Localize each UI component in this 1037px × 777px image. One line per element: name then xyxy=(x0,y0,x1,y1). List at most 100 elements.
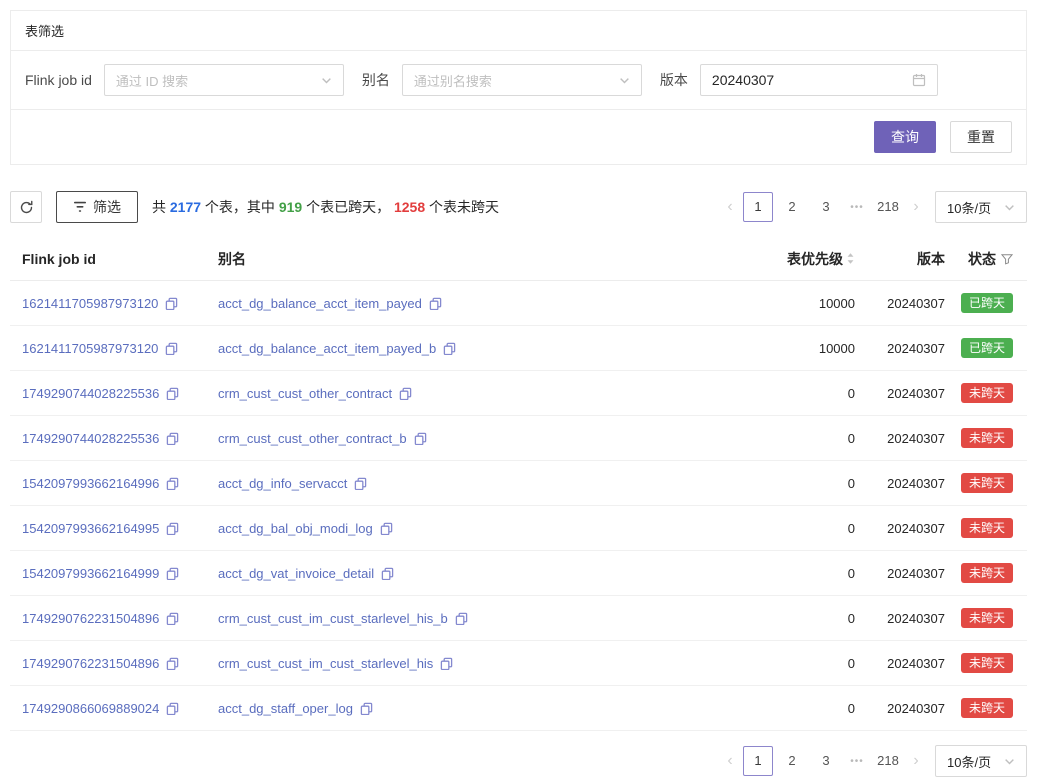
copy-icon[interactable] xyxy=(380,522,393,535)
priority-cell: 0 xyxy=(705,521,855,536)
sort-icon[interactable] xyxy=(846,252,855,265)
copy-icon[interactable] xyxy=(166,522,179,535)
bottom-bar: ‹ 1 2 3 ••• 218 › 10条/页 xyxy=(10,745,1027,777)
chevron-down-icon xyxy=(1004,202,1015,213)
page-button-last[interactable]: 218 xyxy=(873,746,903,776)
page-ellipsis[interactable]: ••• xyxy=(843,756,871,767)
copy-icon[interactable] xyxy=(165,342,178,355)
table-row: 1749290744028225536 crm_cust_cust_other_… xyxy=(10,416,1027,461)
alias-link[interactable]: acct_dg_staff_oper_log xyxy=(218,701,353,716)
filter-card-title: 表筛选 xyxy=(25,24,64,39)
page-button-2[interactable]: 2 xyxy=(777,192,807,222)
version-cell: 20240307 xyxy=(855,386,945,401)
crossed-count: 919 xyxy=(279,199,302,215)
job-id-link[interactable]: 1749290762231504896 xyxy=(22,611,159,626)
page-button-3[interactable]: 3 xyxy=(811,746,841,776)
alias-link[interactable]: acct_dg_bal_obj_modi_log xyxy=(218,521,373,536)
chevron-right-icon[interactable]: › xyxy=(905,198,927,216)
filter-button[interactable]: 筛选 xyxy=(56,191,138,223)
copy-icon[interactable] xyxy=(166,477,179,490)
job-id-link[interactable]: 1542097993662164996 xyxy=(22,476,159,491)
page-button-2[interactable]: 2 xyxy=(777,746,807,776)
pagination-bottom: ‹ 1 2 3 ••• 218 › 10条/页 xyxy=(719,745,1027,777)
table-row: 1621411705987973120 acct_dg_balance_acct… xyxy=(10,326,1027,371)
table-row: 1542097993662164996 acct_dg_info_servacc… xyxy=(10,461,1027,506)
copy-icon[interactable] xyxy=(165,297,178,310)
alias-select[interactable]: 通过别名搜索 xyxy=(402,64,642,96)
reset-button[interactable]: 重置 xyxy=(950,121,1012,153)
status-badge: 未跨天 xyxy=(961,698,1013,718)
priority-cell: 0 xyxy=(705,386,855,401)
query-button[interactable]: 查询 xyxy=(874,121,936,153)
copy-icon[interactable] xyxy=(166,612,179,625)
alias-link[interactable]: acct_dg_balance_acct_item_payed_b xyxy=(218,341,436,356)
copy-icon[interactable] xyxy=(455,612,468,625)
version-field: 版本 20240307 xyxy=(660,64,938,96)
alias-link[interactable]: crm_cust_cust_im_cust_starlevel_his xyxy=(218,656,433,671)
chevron-down-icon xyxy=(619,75,630,86)
header-status[interactable]: 状态 xyxy=(945,249,1027,269)
summary-segment: 共 xyxy=(152,199,170,215)
alias-link[interactable]: acct_dg_info_servacct xyxy=(218,476,347,491)
job-id-link[interactable]: 1621411705987973120 xyxy=(22,296,158,311)
alias-link[interactable]: crm_cust_cust_other_contract_b xyxy=(218,431,407,446)
flink-job-id-select[interactable]: 通过 ID 搜索 xyxy=(104,64,344,96)
chevron-left-icon[interactable]: ‹ xyxy=(719,752,741,770)
job-id-link[interactable]: 1749290762231504896 xyxy=(22,656,159,671)
job-id-cell: 1749290866069889024 xyxy=(10,701,206,716)
copy-icon[interactable] xyxy=(166,387,179,400)
status-cell: 未跨天 xyxy=(945,383,1027,403)
summary-segment: 个表已跨天， xyxy=(302,199,394,215)
page-size-value: 10条/页 xyxy=(947,198,991,217)
copy-icon[interactable] xyxy=(166,432,179,445)
copy-icon[interactable] xyxy=(381,567,394,580)
page-ellipsis[interactable]: ••• xyxy=(843,202,871,213)
priority-cell: 0 xyxy=(705,611,855,626)
copy-icon[interactable] xyxy=(360,702,373,715)
copy-icon[interactable] xyxy=(166,702,179,715)
header-priority[interactable]: 表优先级 xyxy=(705,249,855,269)
funnel-icon[interactable] xyxy=(1001,253,1013,265)
chevron-down-icon xyxy=(321,75,332,86)
page-size-select[interactable]: 10条/页 xyxy=(935,745,1027,777)
copy-icon[interactable] xyxy=(166,567,179,580)
page-button-1[interactable]: 1 xyxy=(743,192,773,222)
version-date-input[interactable]: 20240307 xyxy=(700,64,938,96)
alias-link[interactable]: crm_cust_cust_im_cust_starlevel_his_b xyxy=(218,611,448,626)
alias-link[interactable]: acct_dg_balance_acct_item_payed xyxy=(218,296,422,311)
page-button-1[interactable]: 1 xyxy=(743,746,773,776)
copy-icon[interactable] xyxy=(414,432,427,445)
page-button-last[interactable]: 218 xyxy=(873,192,903,222)
status-badge: 未跨天 xyxy=(961,608,1013,628)
job-id-link[interactable]: 1542097993662164999 xyxy=(22,566,159,581)
page-button-3[interactable]: 3 xyxy=(811,192,841,222)
copy-icon[interactable] xyxy=(166,657,179,670)
alias-field: 别名 通过别名搜索 xyxy=(362,64,642,96)
job-id-link[interactable]: 1749290866069889024 xyxy=(22,701,159,716)
job-id-cell: 1749290744028225536 xyxy=(10,431,206,446)
priority-cell: 0 xyxy=(705,566,855,581)
job-id-link[interactable]: 1749290744028225536 xyxy=(22,386,159,401)
header-priority-label: 表优先级 xyxy=(787,249,843,269)
alias-link[interactable]: crm_cust_cust_other_contract xyxy=(218,386,392,401)
chevron-left-icon[interactable]: ‹ xyxy=(719,198,741,216)
refresh-button[interactable] xyxy=(10,191,42,223)
copy-icon[interactable] xyxy=(429,297,442,310)
alias-link[interactable]: acct_dg_vat_invoice_detail xyxy=(218,566,374,581)
job-id-link[interactable]: 1749290744028225536 xyxy=(22,431,159,446)
copy-icon[interactable] xyxy=(399,387,412,400)
filter-card: 表筛选 Flink job id 通过 ID 搜索 别名 通过别名搜索 版本 xyxy=(10,10,1027,165)
job-id-link[interactable]: 1542097993662164995 xyxy=(22,521,159,536)
version-cell: 20240307 xyxy=(855,701,945,716)
chevron-right-icon[interactable]: › xyxy=(905,752,927,770)
job-id-cell: 1542097993662164996 xyxy=(10,476,206,491)
copy-icon[interactable] xyxy=(443,342,456,355)
chevron-down-icon xyxy=(1004,756,1015,767)
copy-icon[interactable] xyxy=(440,657,453,670)
copy-icon[interactable] xyxy=(354,477,367,490)
version-cell: 20240307 xyxy=(855,296,945,311)
table-header-row: Flink job id 别名 表优先级 版本 状态 xyxy=(10,237,1027,281)
status-badge: 已跨天 xyxy=(961,293,1013,313)
job-id-link[interactable]: 1621411705987973120 xyxy=(22,341,158,356)
page-size-select[interactable]: 10条/页 xyxy=(935,191,1027,223)
